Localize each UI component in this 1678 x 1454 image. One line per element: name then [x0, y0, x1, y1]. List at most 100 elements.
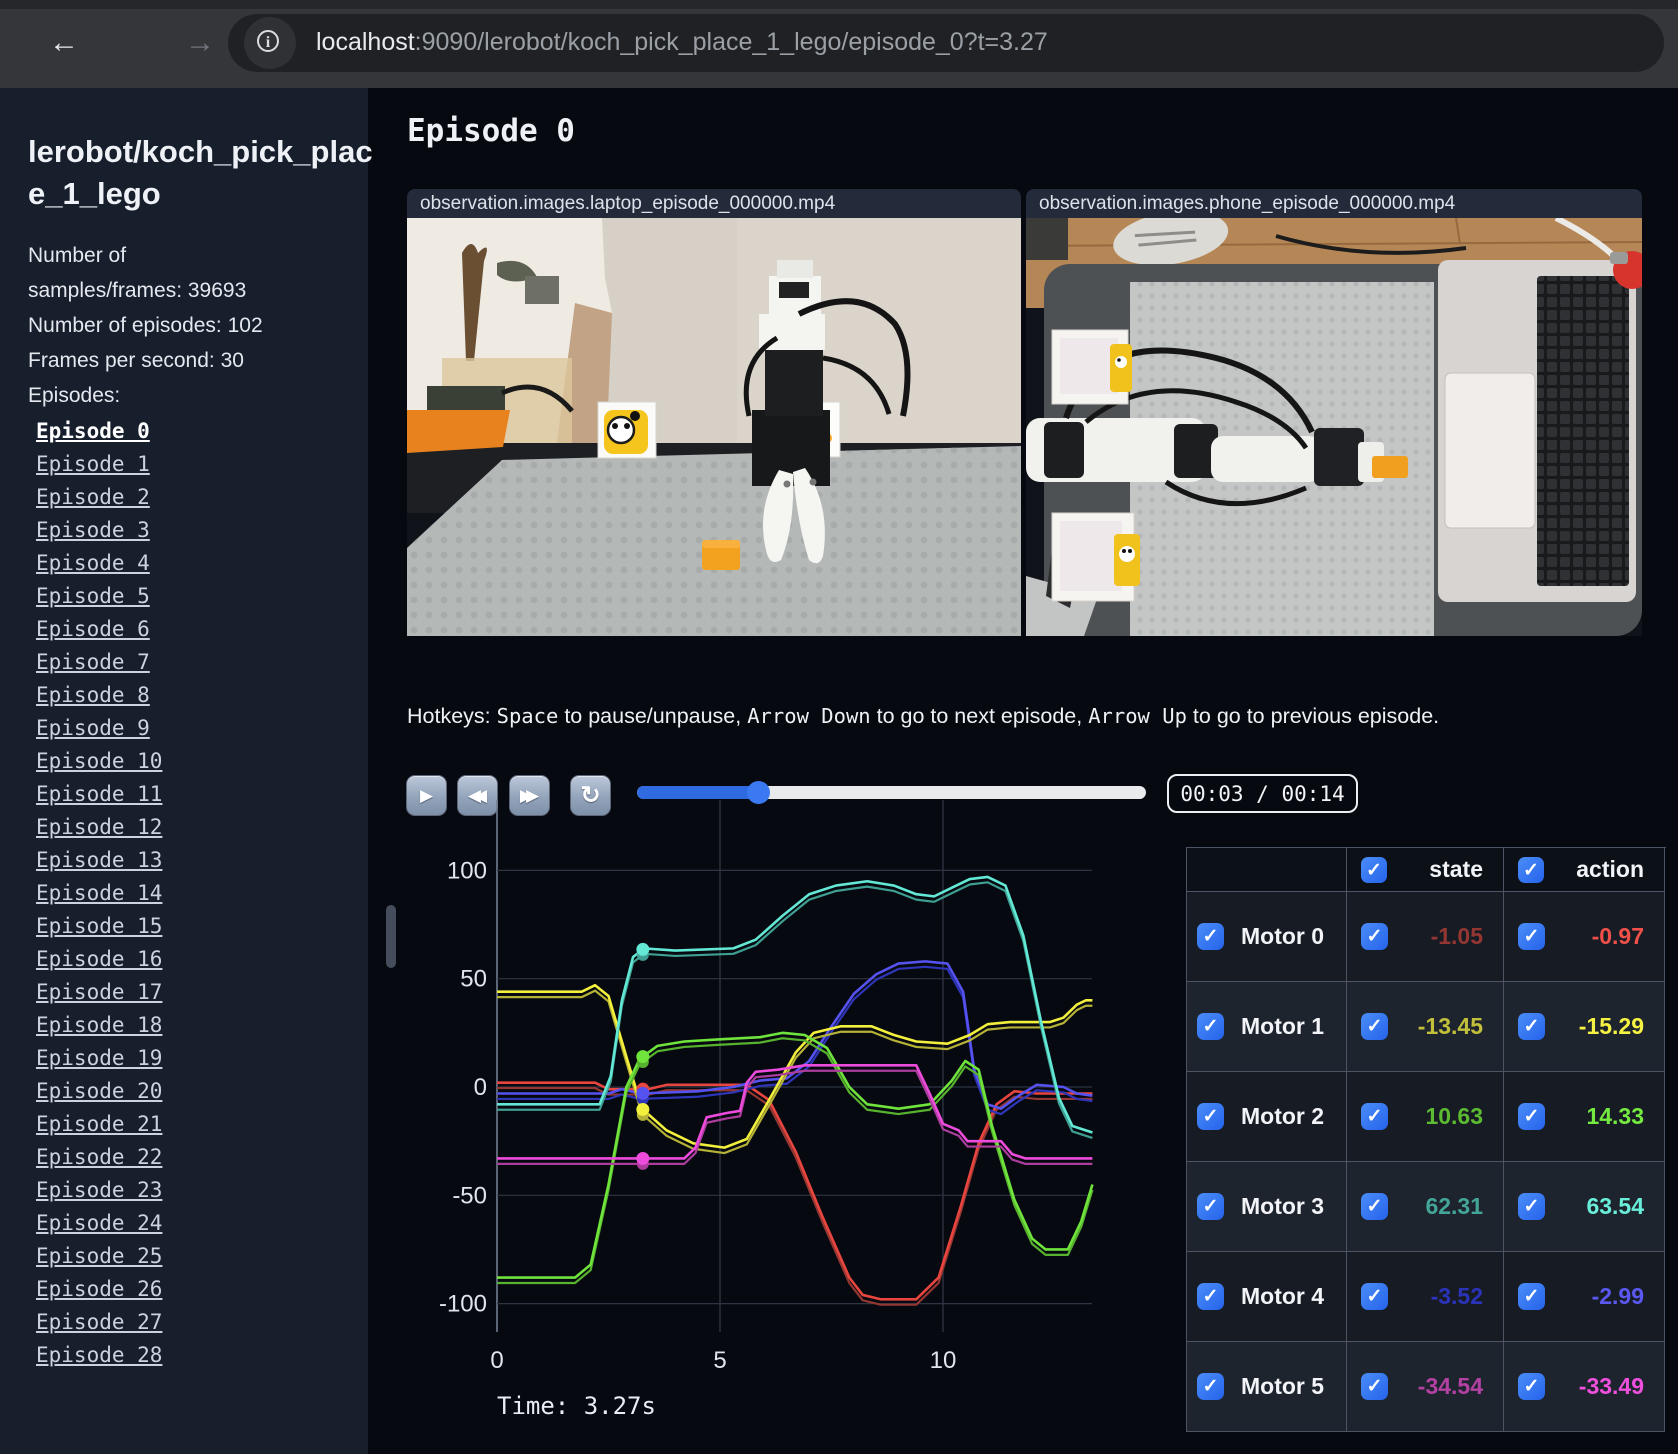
state-cell: -13.45 [1347, 982, 1504, 1072]
motor-1-checkbox[interactable] [1197, 1013, 1224, 1040]
svg-text:0: 0 [490, 1347, 503, 1374]
episode-link[interactable]: Episode 23 [36, 1174, 368, 1207]
action-cell: -15.29 [1504, 982, 1665, 1072]
select-all-state-checkbox[interactable] [1361, 856, 1387, 883]
address-bar[interactable]: i localhost:9090/lerobot/koch_pick_place… [228, 14, 1664, 72]
browser-forward-icon[interactable]: → [182, 26, 218, 62]
motor-cell: Motor 2 [1187, 1072, 1347, 1162]
episode-link[interactable]: Episode 25 [36, 1240, 368, 1273]
site-info-icon[interactable]: i [244, 17, 296, 69]
motor-2-state-checkbox[interactable] [1361, 1103, 1388, 1130]
episode-link[interactable]: Episode 26 [36, 1273, 368, 1306]
orange-brick [702, 540, 740, 570]
motor-0-state-checkbox[interactable] [1361, 923, 1388, 950]
browser-chrome: ← → ↻ i localhost:9090/lerobot/koch_pick… [0, 0, 1678, 88]
svg-text:-100: -100 [439, 1291, 487, 1318]
episode-link[interactable]: Episode 3 [36, 514, 368, 547]
table-row: Motor 1 -13.45 -15.29 [1187, 982, 1666, 1072]
episode-link[interactable]: Episode 12 [36, 811, 368, 844]
episode-link[interactable]: Episode 15 [36, 910, 368, 943]
episode-link[interactable]: Episode 6 [36, 613, 368, 646]
motor-0-checkbox[interactable] [1197, 923, 1224, 950]
hotkeys-help: Hotkeys: Space to pause/unpause, Arrow D… [407, 704, 1439, 729]
hotkey-key: Arrow Down [747, 704, 871, 728]
motor-cell: Motor 3 [1187, 1162, 1347, 1252]
action-cell: -0.97 [1504, 892, 1665, 982]
page-title: Episode 0 [407, 113, 575, 149]
episode-link[interactable]: Episode 2 [36, 481, 368, 514]
action-value: -33.49 [1578, 1373, 1644, 1399]
episode-link[interactable]: Episode 18 [36, 1009, 368, 1042]
episode-link[interactable]: Episode 10 [36, 745, 368, 778]
episode-link[interactable]: Episode 11 [36, 778, 368, 811]
svg-text:0: 0 [474, 1074, 487, 1101]
table-row: Motor 3 62.31 63.54 [1187, 1162, 1666, 1252]
episode-link[interactable]: Episode 13 [36, 844, 368, 877]
motor-5-action-checkbox[interactable] [1518, 1373, 1545, 1400]
window-top-strip [0, 0, 1678, 9]
video-laptop[interactable]: observation.images.laptop_episode_000000… [407, 189, 1021, 636]
motor-1-state-checkbox[interactable] [1361, 1013, 1388, 1040]
episode-link[interactable]: Episode 28 [36, 1339, 368, 1372]
motor-2-checkbox[interactable] [1197, 1103, 1224, 1130]
state-cell: -1.05 [1347, 892, 1504, 982]
video-laptop-frame [407, 218, 1021, 636]
orange-brick-top [1372, 456, 1408, 478]
box-lower-left [1051, 512, 1140, 602]
motor-4-checkbox[interactable] [1197, 1283, 1224, 1310]
episode-link[interactable]: Episode 1 [36, 448, 368, 481]
motor-0-action-checkbox[interactable] [1518, 923, 1545, 950]
motor-chart-wrap: 0 5 10 100 50 0 -50 -100 Time: 3.27s [368, 800, 1186, 1448]
motor-3-state-checkbox[interactable] [1361, 1193, 1388, 1220]
svg-text:Time: 3.27s: Time: 3.27s [497, 1392, 656, 1420]
motor-1-action-checkbox[interactable] [1518, 1013, 1545, 1040]
episode-link[interactable]: Episode 5 [36, 580, 368, 613]
action-cell: 14.33 [1504, 1072, 1665, 1162]
motor-4-state-checkbox[interactable] [1361, 1283, 1388, 1310]
browser-back-icon[interactable]: ← [46, 26, 82, 62]
box-upper-left [1051, 329, 1132, 405]
episode-link[interactable]: Episode 22 [36, 1141, 368, 1174]
action-value: -0.97 [1591, 923, 1644, 949]
episode-link[interactable]: Episode 8 [36, 679, 368, 712]
motor-cell: Motor 0 [1187, 892, 1347, 982]
state-value: -1.05 [1430, 923, 1483, 949]
video-progress-slider[interactable] [637, 781, 1146, 804]
episode-link[interactable]: Episode 4 [36, 547, 368, 580]
motor-4-action-checkbox[interactable] [1518, 1283, 1545, 1310]
state-cell: -34.54 [1347, 1342, 1504, 1432]
laptop [1438, 260, 1636, 602]
table-header-row: state action [1187, 848, 1666, 892]
episode-link[interactable]: Episode 16 [36, 943, 368, 976]
episode-link[interactable]: Episode 0 [36, 415, 368, 448]
episode-link[interactable]: Episode 17 [36, 976, 368, 1009]
episode-link[interactable]: Episode 19 [36, 1042, 368, 1075]
video-laptop-preview [407, 218, 1021, 636]
episode-link[interactable]: Episode 14 [36, 877, 368, 910]
episode-link[interactable]: Episode 7 [36, 646, 368, 679]
hotkey-text: to pause/unpause, [558, 704, 748, 728]
dataset-title: lerobot/koch_pick_place_1_lego [28, 134, 373, 211]
motor-cell: Motor 4 [1187, 1252, 1347, 1342]
motor-label: Motor 2 [1241, 1103, 1325, 1129]
episode-link[interactable]: Episode 27 [36, 1306, 368, 1339]
motor-3-action-checkbox[interactable] [1518, 1193, 1545, 1220]
episode-link[interactable]: Episode 9 [36, 712, 368, 745]
column-label-state: state [1429, 856, 1483, 882]
motor-3-checkbox[interactable] [1197, 1193, 1224, 1220]
dataset-info-line: samples/frames: 39693 [28, 279, 247, 303]
episode-link[interactable]: Episode 20 [36, 1075, 368, 1108]
motor-label: Motor 0 [1241, 923, 1325, 949]
motor-cell: Motor 5 [1187, 1342, 1347, 1432]
state-value: 62.31 [1425, 1193, 1483, 1219]
header-cell-empty [1187, 848, 1347, 892]
motor-5-state-checkbox[interactable] [1361, 1373, 1388, 1400]
motor-5-checkbox[interactable] [1197, 1373, 1224, 1400]
video-phone[interactable]: observation.images.phone_episode_000000.… [1026, 189, 1642, 636]
select-all-action-checkbox[interactable] [1518, 856, 1544, 883]
action-value: 63.54 [1586, 1193, 1644, 1219]
state-value: -34.54 [1417, 1373, 1483, 1399]
motor-2-action-checkbox[interactable] [1518, 1103, 1545, 1130]
episode-link[interactable]: Episode 24 [36, 1207, 368, 1240]
episode-link[interactable]: Episode 21 [36, 1108, 368, 1141]
